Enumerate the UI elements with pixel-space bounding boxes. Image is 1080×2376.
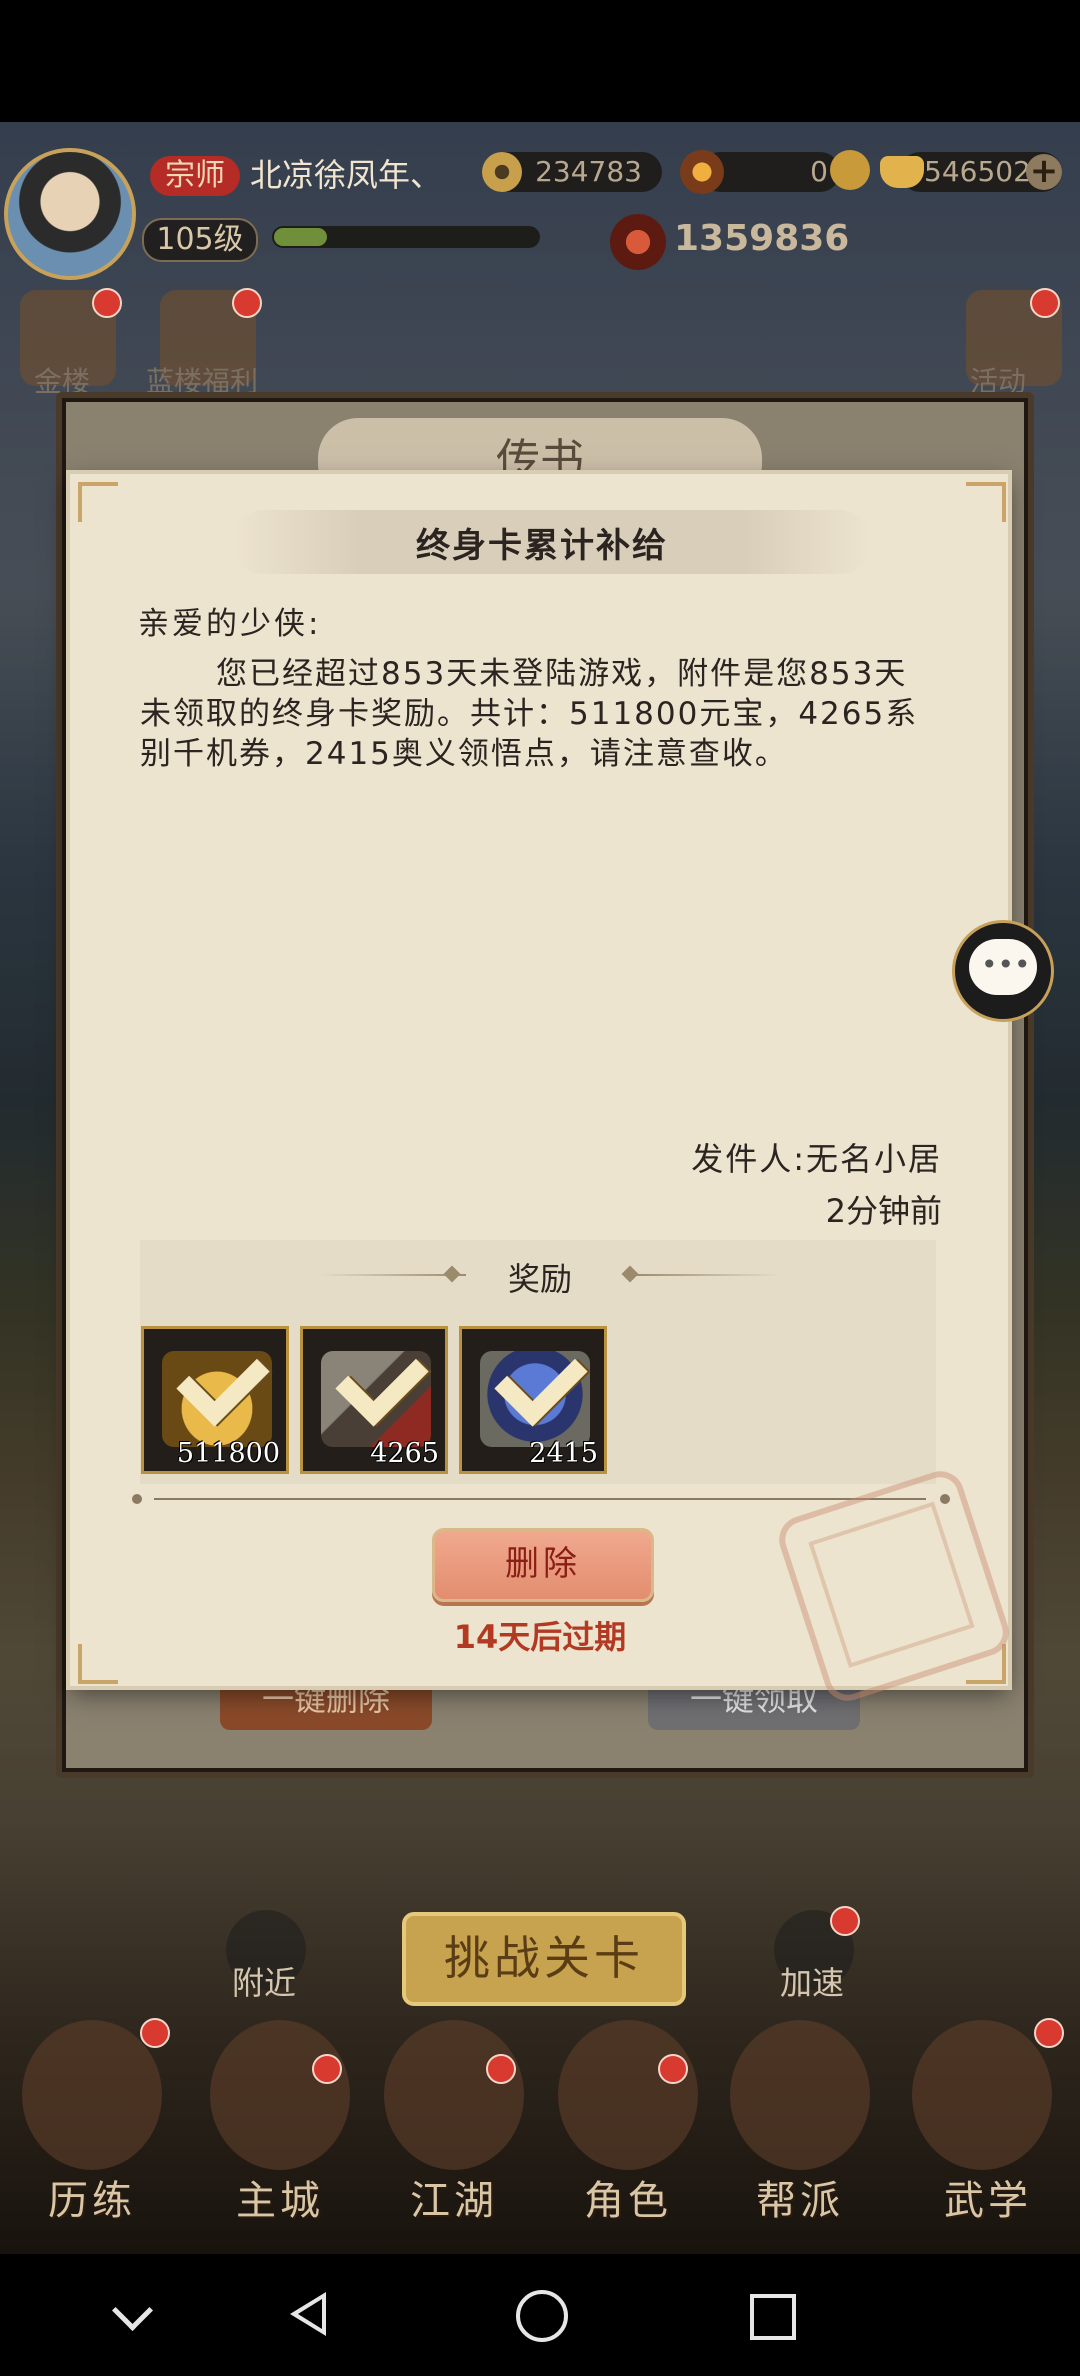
recent-apps-icon[interactable] xyxy=(750,2294,796,2340)
divider xyxy=(154,1498,926,1500)
gold-value: 546502 xyxy=(924,155,1031,188)
player-avatar[interactable] xyxy=(4,148,136,280)
back-icon-inner xyxy=(298,2299,322,2329)
mail-greeting: 亲爱的少侠: xyxy=(138,606,322,642)
chat-icon: ••• xyxy=(969,939,1037,995)
rank-badge: 宗师 xyxy=(150,156,240,196)
player-name: 北凉徐凤年、 xyxy=(250,156,443,194)
divider-dot xyxy=(132,1494,142,1504)
reward-slot-insight[interactable]: 2415 xyxy=(459,1326,607,1474)
stamina-value: 0 xyxy=(810,155,828,188)
reward-count: 511800 xyxy=(176,1438,280,1469)
nearby-label: 附近 xyxy=(232,1964,297,2002)
tab-label-training: 历练 xyxy=(48,2178,136,2224)
mail-time: 2分钟前 xyxy=(825,1192,942,1230)
challenge-stage-button[interactable]: 挑战关卡 xyxy=(402,1912,686,2006)
delete-button[interactable]: 删除 xyxy=(432,1528,654,1602)
notification-dot xyxy=(312,2054,342,2084)
corner-ornament xyxy=(78,482,118,522)
corner-ornament xyxy=(966,482,1006,522)
power-icon xyxy=(610,214,666,270)
tab-character[interactable] xyxy=(558,2020,698,2170)
coin-icon xyxy=(482,152,522,192)
home-icon[interactable] xyxy=(516,2290,568,2342)
mail-sender: 发件人:无名小居 xyxy=(691,1140,942,1178)
notification-dot xyxy=(1030,288,1060,318)
tab-training[interactable] xyxy=(22,2020,162,2170)
exp-bar-fill xyxy=(274,228,327,246)
tab-main-city[interactable] xyxy=(210,2020,350,2170)
notification-dot xyxy=(830,1906,860,1936)
mail-title: 终身卡累计补给 xyxy=(416,526,668,566)
reward-heading: 奖励 xyxy=(507,1260,572,1298)
reward-slot-gold-ingot[interactable]: 511800 xyxy=(141,1326,289,1474)
notification-dot xyxy=(92,288,122,318)
challenge-stage-label: 挑战关卡 xyxy=(444,1931,644,1985)
tab-label-martial-arts: 武学 xyxy=(944,2178,1032,2224)
notification-dot xyxy=(140,2018,170,2048)
reward-count: 4265 xyxy=(370,1438,439,1469)
power-value: 1359836 xyxy=(674,218,850,259)
notification-dot xyxy=(658,2054,688,2084)
tab-guild[interactable] xyxy=(730,2020,870,2170)
stamina-icon xyxy=(680,150,724,194)
corner-ornament xyxy=(78,1644,118,1684)
tab-label-guild: 帮派 xyxy=(756,2178,844,2224)
reward-count: 2415 xyxy=(529,1438,598,1469)
gold-ingot-icon xyxy=(880,156,924,188)
notification-dot xyxy=(232,288,262,318)
add-gold-button[interactable]: + xyxy=(1026,154,1062,190)
tab-martial-arts[interactable] xyxy=(912,2020,1052,2170)
tab-jianghu[interactable] xyxy=(384,2020,524,2170)
reward-slot-ticket[interactable]: 4265 xyxy=(300,1326,448,1474)
level-badge: 105级 xyxy=(142,218,258,262)
tab-label-jianghu: 江湖 xyxy=(410,2178,498,2224)
status-bar xyxy=(0,0,1080,122)
tab-label-main-city: 主城 xyxy=(236,2178,324,2224)
notification-dot xyxy=(1034,2018,1064,2048)
reward-heading-line xyxy=(632,1274,780,1276)
chat-bubble-button[interactable]: ••• xyxy=(952,920,1054,1022)
coin-value: 234783 xyxy=(535,155,642,188)
mail-body: 您已经超过853天未登陆游戏，附件是您853天未领取的终身卡奖励。共计：5118… xyxy=(140,656,919,772)
expire-text: 14天后过期 xyxy=(453,1618,627,1656)
delete-label: 删除 xyxy=(505,1544,581,1584)
notification-dot xyxy=(486,2054,516,2084)
tab-label-character: 角色 xyxy=(584,2178,672,2224)
speedup-label: 加速 xyxy=(780,1964,845,2002)
token-icon xyxy=(830,150,870,190)
